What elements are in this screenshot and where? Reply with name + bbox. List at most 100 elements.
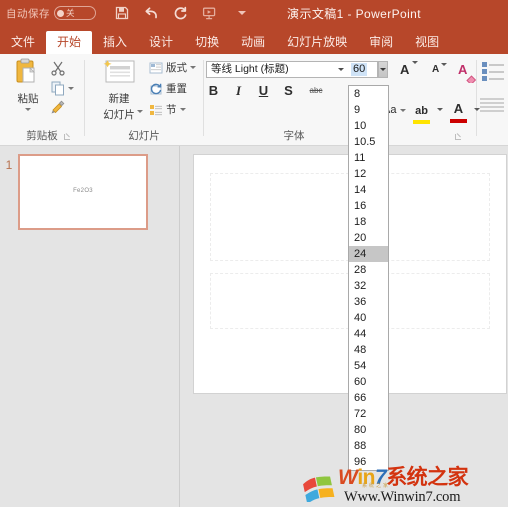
copy-dropdown-caret[interactable] xyxy=(68,87,74,90)
section-dropdown-caret[interactable] xyxy=(179,108,186,111)
font-size-option[interactable]: 10.5 xyxy=(349,134,388,150)
font-size-option[interactable]: 54 xyxy=(349,358,388,374)
section-button[interactable]: 节 xyxy=(149,102,186,117)
paste-button[interactable]: 粘贴 xyxy=(8,58,48,111)
highlight-color-caret[interactable] xyxy=(437,108,443,111)
font-size-option[interactable]: 48 xyxy=(349,342,388,358)
strikethrough-button[interactable]: abc xyxy=(308,86,324,95)
autosave-state-label: 关 xyxy=(66,7,76,18)
font-size-option[interactable]: 72 xyxy=(349,406,388,422)
layout-dropdown-caret[interactable] xyxy=(190,66,196,69)
new-slide-label-2: 幻灯片 xyxy=(103,109,135,121)
tab-design[interactable]: 设计 xyxy=(138,31,184,54)
tab-view[interactable]: 视图 xyxy=(404,31,450,54)
font-size-option[interactable]: 24 xyxy=(349,246,388,262)
tab-transitions[interactable]: 切换 xyxy=(184,31,230,54)
tab-insert[interactable]: 插入 xyxy=(92,31,138,54)
ribbon-group-clipboard: 粘贴 剪贴板 xyxy=(0,54,85,146)
font-size-option[interactable]: 44 xyxy=(349,326,388,342)
font-name-combobox[interactable]: 等线 Light (标题) xyxy=(206,61,349,78)
font-size-option[interactable]: 28 xyxy=(349,262,388,278)
tab-home[interactable]: 开始 xyxy=(46,31,93,54)
font-size-option[interactable]: 14 xyxy=(349,182,388,198)
layout-icon xyxy=(149,61,163,75)
redo-icon[interactable] xyxy=(172,5,188,21)
watermark-url: Www.Winwin7.com xyxy=(344,489,461,505)
autosave-toggle[interactable]: 关 xyxy=(54,6,96,20)
slide-thumbnail-text: Fe2O3 xyxy=(73,188,93,194)
bullet-marker xyxy=(482,76,487,81)
decrease-font-size-button[interactable]: A xyxy=(432,64,439,75)
watermark-brand-cn: 系统之家 xyxy=(386,466,469,489)
ribbon-tabs: 文件 开始 插入 设计 切换 动画 幻灯片放映 审阅 视图 xyxy=(0,26,508,54)
tab-slideshow[interactable]: 幻灯片放映 xyxy=(276,31,358,54)
new-slide-dropdown-caret[interactable] xyxy=(137,110,143,113)
bold-button[interactable]: B xyxy=(208,84,219,97)
font-color-glyph: A xyxy=(453,101,464,116)
font-size-option[interactable]: 12 xyxy=(349,166,388,182)
cut-icon[interactable] xyxy=(50,60,66,76)
layout-button[interactable]: 版式 xyxy=(149,60,196,75)
title-bar: 自动保存 关 演示文稿1 - PowerPoint xyxy=(0,0,508,26)
italic-button[interactable]: I xyxy=(233,84,244,97)
tab-review[interactable]: 审阅 xyxy=(358,31,404,54)
font-size-option[interactable]: 9 xyxy=(349,102,388,118)
tab-file[interactable]: 文件 xyxy=(0,31,46,54)
font-size-option[interactable]: 60 xyxy=(349,374,388,390)
font-color-button[interactable]: A xyxy=(450,100,467,123)
bullet-marker xyxy=(482,62,487,67)
font-format-buttons: B I U S abc xyxy=(208,84,324,97)
decrease-font-size-arrow-icon xyxy=(441,63,447,66)
clipboard-dialog-launcher[interactable] xyxy=(63,133,72,142)
font-size-dropdown-list[interactable]: 8 9 10 10.5 11 12 14 16 18 20 24 28 32 36 40 44 48 54 60 66… xyxy=(348,85,389,471)
paste-dropdown-caret[interactable] xyxy=(25,108,31,111)
font-name-dropdown-caret[interactable] xyxy=(338,68,344,71)
new-slide-button[interactable]: 新建 幻灯片 xyxy=(92,58,146,123)
paste-icon xyxy=(14,58,42,90)
autosave-toggle-knob xyxy=(57,9,64,17)
watermark-subtext: 系统之家 xyxy=(362,483,391,489)
font-size-option[interactable]: 11 xyxy=(349,150,388,166)
workspace: 1 Fe2O3 xyxy=(0,146,508,507)
font-size-option[interactable]: 16 xyxy=(349,198,388,214)
font-size-option[interactable]: 66 xyxy=(349,390,388,406)
underline-button[interactable]: U xyxy=(258,84,269,97)
font-size-option[interactable]: 20 xyxy=(349,230,388,246)
slide-thumbnail-1[interactable]: Fe2O3 xyxy=(18,154,148,230)
text-shadow-button[interactable]: S xyxy=(283,84,294,97)
font-size-option[interactable]: 8 xyxy=(349,86,388,102)
save-icon[interactable] xyxy=(114,5,130,21)
autosave-control[interactable]: 自动保存 关 xyxy=(6,6,96,21)
font-size-option[interactable]: 40 xyxy=(349,310,388,326)
eraser-icon xyxy=(466,70,479,88)
font-dialog-launcher[interactable] xyxy=(454,133,463,142)
font-size-dropdown-button[interactable] xyxy=(378,61,388,78)
undo-icon[interactable] xyxy=(143,5,159,21)
text-highlight-color-button[interactable]: ab xyxy=(413,101,430,124)
start-slideshow-icon[interactable] xyxy=(201,5,217,21)
tab-animations[interactable]: 动画 xyxy=(230,31,276,54)
align-line xyxy=(480,106,504,108)
bullet-line xyxy=(489,70,504,73)
new-slide-label-1: 新建 xyxy=(108,93,130,105)
copy-icon[interactable] xyxy=(50,80,66,96)
font-size-option[interactable]: 18 xyxy=(349,214,388,230)
slide-thumbnail-pane[interactable]: 1 Fe2O3 xyxy=(0,146,180,507)
increase-font-size-button[interactable]: A xyxy=(400,62,409,77)
format-painter-icon[interactable] xyxy=(50,99,66,115)
font-name-value: 等线 Light (标题) xyxy=(211,63,289,75)
change-case-caret[interactable] xyxy=(400,108,407,112)
font-size-combobox[interactable]: 60 xyxy=(348,61,378,78)
reset-button[interactable]: 重置 xyxy=(149,81,187,96)
font-size-option[interactable]: 36 xyxy=(349,294,388,310)
powerpoint-window: 自动保存 关 演示文稿1 - PowerPoint 文件 开始 插入 设计 切换… xyxy=(0,0,508,507)
font-size-option[interactable]: 88 xyxy=(349,438,388,454)
bullets-button[interactable] xyxy=(482,62,504,83)
align-line xyxy=(480,110,504,112)
font-size-value: 60 xyxy=(351,63,368,76)
customize-quick-access-caret[interactable] xyxy=(238,11,246,15)
font-size-option[interactable]: 80 xyxy=(349,422,388,438)
font-size-option[interactable]: 32 xyxy=(349,278,388,294)
font-size-option[interactable]: 10 xyxy=(349,118,388,134)
paragraph-align-button[interactable] xyxy=(480,98,504,114)
